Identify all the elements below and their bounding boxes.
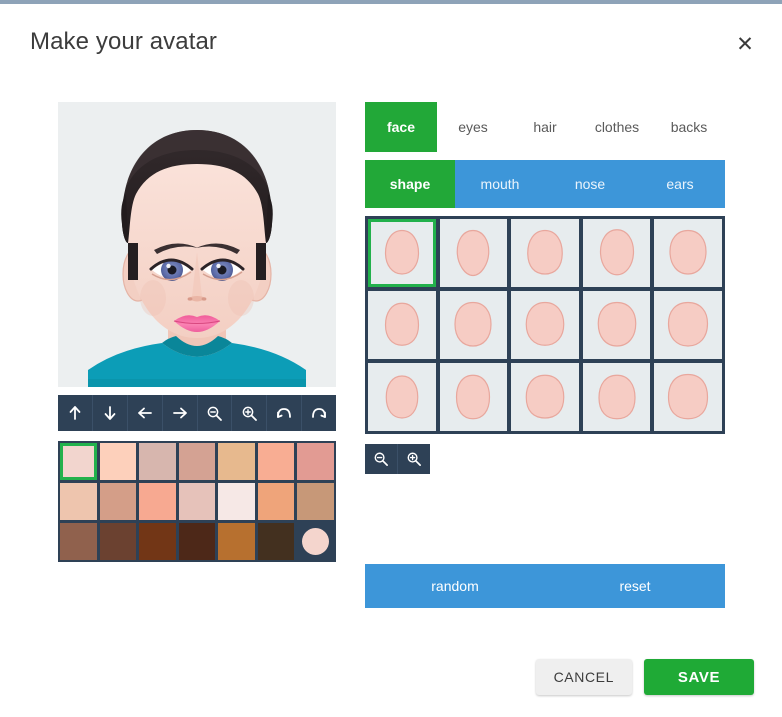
face-shape-icon — [599, 229, 634, 276]
tab-label: eyes — [458, 119, 488, 135]
preview-column — [58, 102, 338, 562]
color-swatch[interactable] — [297, 443, 334, 480]
tab-label: hair — [533, 119, 557, 135]
face-shape-icon — [668, 373, 709, 420]
color-swatch[interactable] — [60, 443, 97, 480]
color-swatch[interactable] — [139, 443, 176, 480]
color-swatch[interactable] — [60, 523, 97, 560]
face-shape-option[interactable] — [368, 219, 436, 287]
subtab-label: mouth — [480, 176, 520, 192]
tab-eyes[interactable]: eyes — [437, 102, 509, 152]
undo-icon[interactable] — [267, 395, 303, 431]
face-shape-option[interactable] — [511, 363, 579, 431]
avatar-maker-dialog: Make your avatar ✕ face eyes hair clothe… — [0, 4, 782, 717]
color-swatch[interactable] — [218, 483, 255, 520]
color-swatch[interactable] — [178, 523, 216, 560]
tab-backs[interactable]: backs — [653, 102, 725, 152]
category-tabs: face eyes hair clothes backs — [365, 102, 725, 152]
cancel-button[interactable]: CANCEL — [535, 659, 632, 695]
zoom-out-icon[interactable] — [198, 395, 233, 431]
reset-button[interactable]: reset — [545, 564, 725, 608]
face-shape-icon — [384, 229, 419, 275]
face-shape-option[interactable] — [439, 291, 508, 359]
subtab-mouth[interactable]: mouth — [455, 160, 545, 208]
close-icon[interactable]: ✕ — [730, 29, 760, 59]
avatar-transform-toolbar — [58, 395, 336, 431]
shape-zoom-toolbar — [365, 444, 430, 474]
face-shape-option[interactable] — [582, 363, 651, 431]
color-swatch[interactable] — [257, 523, 295, 560]
arrow-left-icon[interactable] — [128, 395, 163, 431]
face-shape-option[interactable] — [582, 219, 651, 287]
face-shape-option[interactable] — [654, 219, 722, 287]
shape-zoom-in-icon[interactable] — [398, 444, 430, 474]
arrow-down-icon[interactable] — [93, 395, 128, 431]
dialog-footer: CANCEL SAVE — [535, 659, 754, 695]
color-swatch[interactable] — [99, 443, 137, 480]
face-shape-option[interactable] — [511, 291, 579, 359]
face-shape-option[interactable] — [511, 219, 579, 287]
subtab-label: ears — [666, 176, 694, 192]
face-shape-option[interactable] — [368, 363, 436, 431]
tab-hair[interactable]: hair — [509, 102, 581, 152]
face-shape-icon — [525, 301, 565, 346]
color-swatch[interactable] — [257, 483, 295, 520]
color-swatch[interactable] — [99, 483, 137, 520]
tab-label: face — [386, 119, 416, 135]
face-shape-icon — [597, 374, 636, 420]
face-shape-icon — [527, 229, 563, 275]
subcategory-tabs: shape mouth nose ears — [365, 160, 725, 208]
avatar-preview[interactable] — [58, 102, 336, 387]
face-shape-icon — [525, 374, 565, 419]
color-swatch[interactable] — [60, 483, 97, 520]
subtab-label: nose — [574, 176, 606, 192]
color-swatch[interactable] — [139, 523, 176, 560]
color-swatch[interactable] — [218, 523, 255, 560]
color-swatch[interactable] — [139, 483, 176, 520]
random-button[interactable]: random — [365, 564, 545, 608]
face-shape-option[interactable] — [439, 363, 508, 431]
face-shape-option[interactable] — [368, 291, 436, 359]
subtab-label: shape — [389, 176, 431, 192]
face-shape-icon — [384, 302, 419, 346]
dialog-header: Make your avatar ✕ — [0, 4, 782, 82]
save-button[interactable]: SAVE — [644, 659, 754, 695]
color-swatch[interactable] — [218, 443, 255, 480]
current-color-dot — [302, 528, 330, 555]
arrow-up-icon[interactable] — [58, 395, 93, 431]
color-swatch[interactable] — [99, 523, 137, 560]
face-shape-option[interactable] — [582, 291, 651, 359]
tab-clothes[interactable]: clothes — [581, 102, 653, 152]
face-shape-option[interactable] — [654, 291, 722, 359]
skin-color-palette — [58, 441, 336, 562]
zoom-in-icon[interactable] — [232, 395, 268, 431]
face-shape-option[interactable] — [439, 219, 508, 287]
arrow-right-icon[interactable] — [163, 395, 198, 431]
options-column: face eyes hair clothes backs shape mouth nose e… — [365, 102, 725, 608]
face-shape-grid — [365, 216, 725, 434]
tab-label: backs — [670, 119, 708, 135]
subtab-shape[interactable]: shape — [365, 160, 455, 208]
color-swatch[interactable] — [257, 443, 295, 480]
color-swatch[interactable] — [297, 483, 334, 520]
current-color-indicator[interactable] — [297, 523, 334, 560]
subtab-ears[interactable]: ears — [635, 160, 725, 208]
redo-icon[interactable] — [302, 395, 336, 431]
shape-zoom-out-icon[interactable] — [365, 444, 398, 474]
face-shape-icon — [385, 375, 419, 419]
face-shape-icon — [456, 374, 491, 420]
face-shape-option[interactable] — [654, 363, 722, 431]
tab-face[interactable]: face — [365, 102, 437, 152]
face-shape-icon — [668, 301, 709, 347]
face-shape-icon — [457, 229, 490, 277]
page-title: Make your avatar — [30, 28, 218, 55]
subtab-nose[interactable]: nose — [545, 160, 635, 208]
tab-label: clothes — [594, 119, 640, 135]
face-shape-icon — [597, 301, 636, 347]
color-swatch[interactable] — [178, 483, 216, 520]
face-shape-icon — [454, 301, 492, 347]
color-swatch[interactable] — [178, 443, 216, 480]
avatar-action-bar: random reset — [365, 564, 725, 608]
face-shape-icon — [669, 229, 707, 275]
